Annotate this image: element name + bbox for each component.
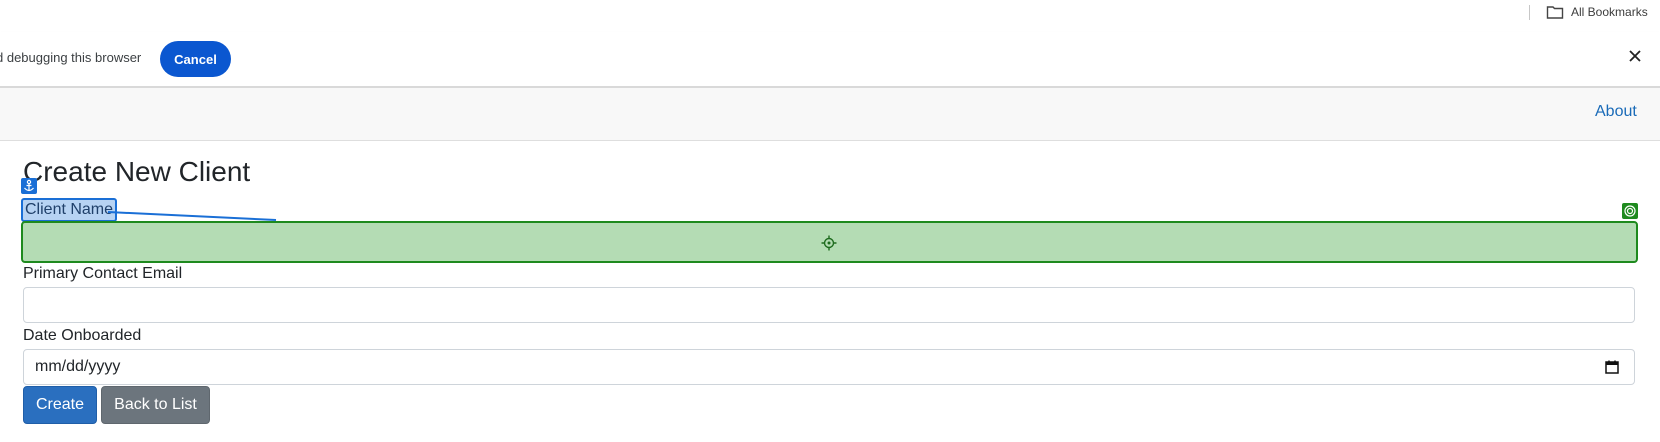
- date-input-value: mm/dd/yyyy: [35, 358, 121, 375]
- folder-icon[interactable]: [1546, 4, 1564, 20]
- bookmarks-bar: All Bookmarks: [0, 0, 1660, 33]
- create-button[interactable]: Create: [23, 386, 97, 424]
- back-to-list-button[interactable]: Back to List: [101, 386, 210, 424]
- crosshair-icon: [821, 235, 837, 251]
- date-label: Date Onboarded: [23, 327, 142, 344]
- infobar-message: d debugging this browser: [0, 50, 142, 65]
- app-navbar: About: [0, 88, 1660, 141]
- email-label: Primary Contact Email: [23, 265, 183, 282]
- email-input[interactable]: [23, 287, 1635, 323]
- all-bookmarks-link[interactable]: All Bookmarks: [1571, 5, 1648, 19]
- target-icon: [1622, 203, 1638, 219]
- nav-about-link[interactable]: About: [1595, 103, 1637, 121]
- calendar-icon[interactable]: [1604, 359, 1620, 375]
- debug-infobar: d debugging this browser Cancel: [0, 32, 1660, 88]
- cancel-debugging-button[interactable]: Cancel: [160, 41, 231, 77]
- close-icon[interactable]: [1625, 46, 1645, 66]
- client-name-label: Client Name: [21, 198, 118, 222]
- date-input[interactable]: [23, 349, 1635, 385]
- anchor-icon: [21, 178, 37, 194]
- page-title: Create New Client: [23, 156, 251, 187]
- bookmarks-separator: [1529, 5, 1530, 20]
